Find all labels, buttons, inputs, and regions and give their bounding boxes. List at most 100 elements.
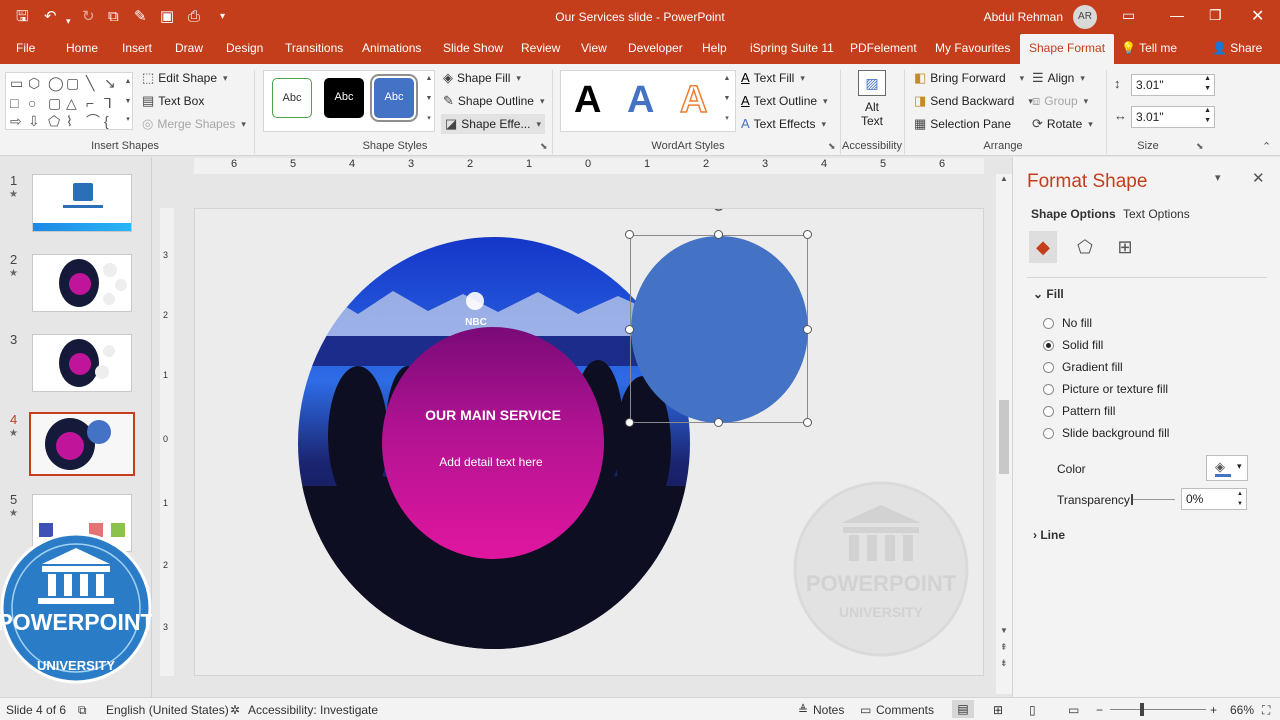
gallery-scroll-down-icon[interactable]: ▼ <box>123 95 133 109</box>
wordart-scroll-down-icon[interactable]: ▼ <box>722 92 732 106</box>
tab-my-favourites[interactable]: My Favourites <box>935 34 1010 64</box>
alt-text-button[interactable]: ▨ Alt Text <box>854 70 890 138</box>
shape-down-arrow-icon[interactable]: ⇩ <box>28 113 40 129</box>
merge-shapes-button[interactable]: ◎ Merge Shapes ▾ <box>142 114 246 134</box>
zoom-out-icon[interactable]: − <box>1096 703 1103 717</box>
shape-rectangle-icon[interactable]: □ <box>10 95 18 111</box>
shape-style-black[interactable]: Abc <box>324 78 364 118</box>
main-service-circle[interactable]: OUR MAIN SERVICE Add detail text here <box>382 327 604 559</box>
shape-ellipse-icon[interactable]: ○ <box>28 95 36 111</box>
shape-style-blue[interactable]: Abc <box>370 74 418 122</box>
styles-more-icon[interactable]: ▾ <box>424 112 434 126</box>
align-button[interactable]: ☰ Align ▾ <box>1032 68 1085 88</box>
shape-pentagon-icon[interactable]: ⬠ <box>48 113 60 129</box>
resize-handle[interactable] <box>625 230 634 239</box>
slide-canvas[interactable]: POWERPOINT UNIVERSITY NBC OUR MAIN SERVI… <box>194 208 984 676</box>
rotate-handle-icon[interactable]: ⟳ <box>709 209 731 217</box>
present-icon[interactable]: ⧉ <box>108 8 119 26</box>
shape-oval-icon[interactable]: ◯ <box>48 75 64 91</box>
vertical-ruler[interactable]: 3 2 1 0 1 2 3 <box>160 208 174 676</box>
shape-rounded-rect-icon[interactable]: ▢ <box>48 95 61 111</box>
dialog-launcher-icon[interactable]: ⬊ <box>1196 141 1204 152</box>
tab-shape-options[interactable]: Shape Options <box>1031 207 1116 221</box>
tab-insert[interactable]: Insert <box>122 34 152 64</box>
spinner-icon[interactable]: ▲ ▼ <box>1204 74 1211 94</box>
tab-tell-me[interactable]: 💡 Tell me <box>1121 34 1177 64</box>
shape-elbow-icon[interactable]: ⌐ <box>86 95 94 111</box>
edit-shape-button[interactable]: ⬚ Edit Shape ▾ <box>142 68 228 88</box>
resize-handle[interactable] <box>714 230 723 239</box>
effects-icon[interactable]: ⬠ <box>1071 231 1099 263</box>
print-preview-icon[interactable]: ⎙ <box>188 8 200 26</box>
tab-transitions[interactable]: Transitions <box>285 34 343 64</box>
horizontal-ruler[interactable]: 6 5 4 3 2 1 0 1 2 3 4 5 6 <box>194 158 984 174</box>
collapse-ribbon-icon[interactable]: ⌃ <box>1262 140 1271 153</box>
selected-blue-circle[interactable] <box>631 236 808 423</box>
redo-icon[interactable]: ↻ <box>82 8 95 26</box>
shape-hexagon-icon[interactable]: ⬡ <box>28 75 40 91</box>
shape-frame-icon[interactable]: ▢ <box>66 75 79 91</box>
styles-scroll-down-icon[interactable]: ▼ <box>424 92 434 106</box>
bring-forward-button[interactable]: ◧ Bring Forward ▾ <box>914 68 1024 88</box>
shape-line-icon[interactable]: ╲ <box>86 75 94 91</box>
shape-fill-button[interactable]: ◈ Shape Fill ▾ <box>443 68 521 88</box>
avatar[interactable]: AR <box>1073 5 1097 29</box>
zoom-slider-thumb[interactable] <box>1140 703 1144 716</box>
slide-sorter-icon[interactable]: ⊞ <box>993 703 1003 717</box>
slide-thumbnail-1[interactable] <box>32 174 132 232</box>
wordart-scroll-up-icon[interactable]: ▲ <box>722 72 732 86</box>
tab-shape-format[interactable]: Shape Format <box>1020 34 1115 64</box>
option-picture-fill[interactable]: Picture or texture fill <box>1043 382 1168 396</box>
wordart-style-blue[interactable]: A <box>627 78 654 122</box>
language-indicator[interactable]: English (United States) <box>106 703 229 717</box>
ribbon-display-icon[interactable]: ▭ <box>1122 7 1135 24</box>
selection-pane-button[interactable]: ▦ Selection Pane <box>914 114 1011 134</box>
pane-close-icon[interactable]: ✕ <box>1252 169 1265 187</box>
dialog-launcher-icon[interactable]: ⬊ <box>540 141 548 152</box>
main-service-subtitle[interactable]: Add detail text here <box>382 455 600 469</box>
tab-file[interactable]: File <box>16 34 35 64</box>
option-no-fill[interactable]: No fill <box>1043 316 1092 330</box>
option-pattern-fill[interactable]: Pattern fill <box>1043 404 1115 418</box>
scroll-down-icon[interactable]: ▼ <box>1000 626 1008 635</box>
tab-ispring[interactable]: iSpring Suite 11 <box>750 34 834 64</box>
wordart-style-black[interactable]: A <box>574 78 601 122</box>
fit-slide-icon[interactable]: ⛶ <box>1262 703 1270 718</box>
shape-freeform-icon[interactable]: ⌇ <box>66 113 73 129</box>
format-painter-icon[interactable]: ✎ <box>134 8 147 26</box>
tab-review[interactable]: Review <box>521 34 560 64</box>
transparency-slider-thumb[interactable] <box>1131 494 1133 505</box>
save-icon[interactable]: 🖫 <box>16 8 29 26</box>
spinner-icon[interactable]: ▲ ▼ <box>1204 106 1211 126</box>
transparency-input[interactable]: 0% ▲ ▼ <box>1181 488 1247 510</box>
resize-handle[interactable] <box>625 325 634 334</box>
shape-width-input[interactable]: 3.01" ▲ ▼ <box>1131 106 1215 128</box>
resize-handle[interactable] <box>803 230 812 239</box>
shape-height-input[interactable]: 3.01" ▲ ▼ <box>1131 74 1215 96</box>
zoom-slider[interactable] <box>1110 709 1206 710</box>
slideshow-icon[interactable]: ▭ <box>1068 703 1079 717</box>
wordart-style-orange[interactable]: A <box>679 78 708 122</box>
shape-effects-button[interactable]: ◪ Shape Effe... ▾ <box>441 114 545 134</box>
shapes-gallery[interactable]: ▭ ⬡ ◯ ▢ ╲ ↘ □ ○ ▢ △ ⌐ ⅂ ⇨ ⇩ ⬠ ⌇ ⌒ { ▲ ▼ … <box>5 72 133 130</box>
shape-arc-icon[interactable]: ⌒ <box>86 113 100 129</box>
zoom-level[interactable]: 66% <box>1230 703 1254 717</box>
gallery-more-icon[interactable]: ▾ <box>123 113 133 127</box>
color-picker-button[interactable]: ◈ ▾ <box>1206 455 1248 481</box>
share-button[interactable]: 👤 Share <box>1212 34 1262 64</box>
resize-handle[interactable] <box>803 418 812 427</box>
tab-draw[interactable]: Draw <box>175 34 203 64</box>
screenshot-icon[interactable]: ▣ <box>160 8 174 26</box>
resize-handle[interactable] <box>803 325 812 334</box>
slide-thumbnail-2[interactable] <box>32 254 132 312</box>
zoom-in-icon[interactable]: + <box>1210 703 1217 717</box>
main-service-title[interactable]: OUR MAIN SERVICE <box>382 407 604 423</box>
accessibility-status[interactable]: Accessibility: Investigate <box>248 703 378 717</box>
previous-slide-icon[interactable]: ⇞ <box>1000 642 1008 653</box>
send-backward-button[interactable]: ◨ Send Backward ▾ <box>914 91 1033 111</box>
tab-animations[interactable]: Animations <box>362 34 421 64</box>
option-slide-background-fill[interactable]: Slide background fill <box>1043 426 1169 440</box>
tab-view[interactable]: View <box>581 34 607 64</box>
text-effects-button[interactable]: A Text Effects ▾ <box>741 114 826 134</box>
shape-style-outline[interactable]: Abc <box>272 78 312 118</box>
